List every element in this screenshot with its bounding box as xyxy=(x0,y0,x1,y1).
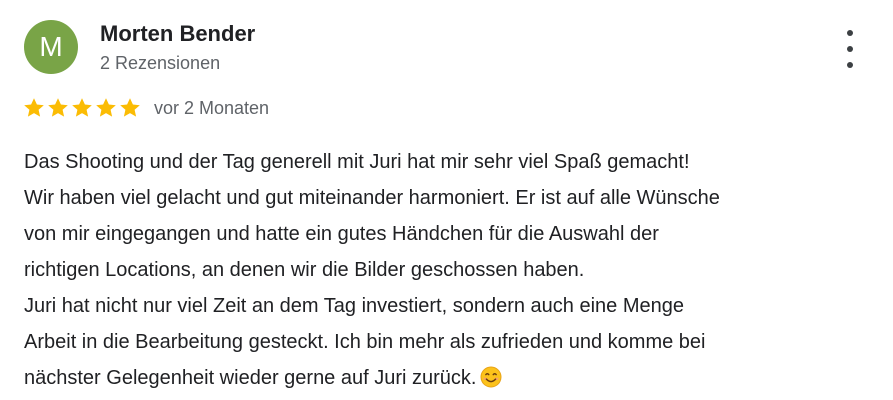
star-icon xyxy=(48,98,68,117)
star-icon xyxy=(96,98,116,117)
author-name[interactable]: Morten Bender xyxy=(100,21,255,47)
review-text: Das Shooting und der Tag generell mit Ju… xyxy=(24,144,874,396)
review-text-line: Das Shooting und der Tag generell mit Ju… xyxy=(24,151,690,173)
review-text-line-last: nächster Gelegenheit wieder gerne auf Ju… xyxy=(24,360,874,396)
review-text-line: nächster Gelegenheit wieder gerne auf Ju… xyxy=(24,367,477,389)
more-options-button[interactable] xyxy=(836,30,864,68)
rating-row: vor 2 Monaten xyxy=(22,95,269,121)
review-text-line: Juri hat nicht nur viel Zeit an dem Tag … xyxy=(24,295,684,317)
star-rating xyxy=(22,96,142,120)
more-vert-icon-dot xyxy=(847,46,853,52)
more-vert-icon xyxy=(847,30,853,36)
more-vert-icon-dot xyxy=(847,62,853,68)
star-icon xyxy=(120,98,140,117)
review-text-line: Arbeit in die Bearbeitung gesteckt. Ich … xyxy=(24,331,706,353)
review-text-line: von mir eingegangen und hatte ein gutes … xyxy=(24,223,659,245)
avatar[interactable]: M xyxy=(24,20,78,74)
review-date: vor 2 Monaten xyxy=(154,97,270,118)
review-count: 2 Rezensionen xyxy=(100,53,221,73)
star-icon xyxy=(24,98,44,117)
smiling-face-emoji-icon xyxy=(480,366,502,388)
star-icon xyxy=(72,98,92,117)
review-card: M Morten Bender 2 Rezensionen vor 2 Mona… xyxy=(0,0,893,400)
review-text-line: richtigen Locations, an denen wir die Bi… xyxy=(24,259,585,281)
review-text-line: Wir haben viel gelacht und gut miteinand… xyxy=(24,187,720,209)
avatar-initial: M xyxy=(39,31,63,62)
